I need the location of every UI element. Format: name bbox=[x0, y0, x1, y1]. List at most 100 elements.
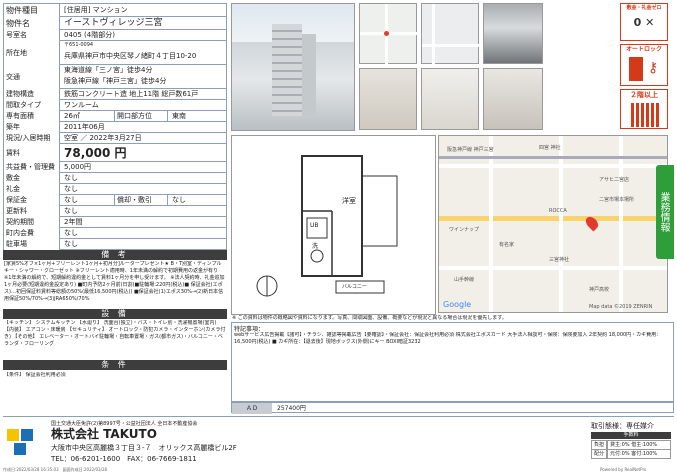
row-value: 空室 ／ 2022年3月27日 bbox=[64, 134, 142, 142]
map-label: ワインナップ bbox=[449, 227, 480, 233]
notes-text: webサービス広告掲載【諸可】・チラシ、雑誌等掲載広告【要確認】・保証会社：保証… bbox=[234, 332, 662, 345]
row-label: 交通 bbox=[4, 65, 60, 89]
row-label: 礼金 bbox=[4, 184, 60, 195]
remarks-text: [家賃5%オフ×1ヶ月+フリーレント1ヶ月+初月分]ルータープレゼント★ B・T… bbox=[4, 261, 225, 302]
table-row: 間取タイプ ワンルーム bbox=[4, 100, 226, 111]
row-value: 0405 (4階部分) bbox=[64, 31, 115, 39]
row-value: なし bbox=[64, 240, 78, 248]
interior-photo-3 bbox=[483, 68, 543, 130]
floor-label: ２階以上 bbox=[630, 91, 658, 99]
property-flyer: 物件種目 [住居用] マンション物件名 イーストヴィレッジ三宮 号室名 0405 (4階… bbox=[0, 0, 677, 474]
remarks-header: 備 考 bbox=[3, 250, 227, 260]
row-value: 東海道線「三ノ宮」徒歩4分 bbox=[64, 66, 153, 74]
table-row: 専有面積 26㎡ 開口部方位 東南 bbox=[4, 111, 226, 122]
map-label: 三宮神社 bbox=[549, 257, 570, 263]
row-value: なし bbox=[64, 229, 78, 237]
interior-photo-1 bbox=[359, 68, 417, 130]
area-map[interactable]: 阪急神戸線 神戸三宮 四宮 神社 ROCCA アサヒ二宮店 二宮市場本場所ワインナップ有… bbox=[438, 135, 668, 313]
row-value: 鉄筋コンクリート造 地上11階 総戸数61戸 bbox=[64, 90, 199, 98]
table-row: 建物構造 鉄筋コンクリート造 地上11階 総戸数61戸 bbox=[4, 89, 226, 100]
side-tab[interactable]: 業務情報 bbox=[656, 165, 674, 259]
map-label: 山手幹線 bbox=[454, 277, 475, 283]
row-value: 2011年06月 bbox=[64, 123, 105, 131]
footer-created: 作成日:2022/03/28 16:35:03 図面作成日:2022/03/28 bbox=[3, 467, 108, 472]
row-label: 物件種目 bbox=[4, 4, 60, 17]
autolock-badge: オートロック ⚷ bbox=[620, 44, 668, 86]
row-value: なし bbox=[64, 185, 78, 193]
ad-row: ＡＤ 257400円 bbox=[231, 402, 674, 414]
row-label: 号室名 bbox=[4, 30, 60, 41]
ad-label: ＡＤ bbox=[232, 403, 272, 414]
table-row: 号室名 0405 (4階部分) bbox=[4, 30, 226, 41]
row-label: 契約期間 bbox=[4, 217, 60, 228]
map-label: アサヒ二宮店 bbox=[599, 177, 630, 183]
bath-label: UB bbox=[310, 222, 319, 229]
table-row: 物件名 イーストヴィレッジ三宮 bbox=[4, 17, 226, 30]
row-value: なし bbox=[64, 174, 78, 182]
table-row: 物件種目 [住居用] マンション bbox=[4, 4, 226, 17]
fee-row-key: 配分 bbox=[591, 449, 607, 459]
map-thumb-2 bbox=[421, 3, 480, 65]
zero-deposit-badge: 敷金・礼金ゼロ 0 ✕ bbox=[620, 3, 668, 41]
table-row: 交通 東海道線「三ノ宮」徒歩4分阪急神戸線「神戸三宮」徒歩4分 bbox=[4, 65, 226, 89]
building-icon bbox=[631, 103, 659, 127]
conditions-text: 【条件】 保証会社利用必須 bbox=[4, 372, 66, 378]
table-row: 保証金 なし 償却・敷引 なし bbox=[4, 195, 226, 206]
table-row: 駐車場 なし bbox=[4, 239, 226, 250]
table-row: 共益費・管理費 5,000円 bbox=[4, 162, 226, 173]
fee-row-value: 元付:0% 客付:100% bbox=[607, 449, 671, 459]
row-value: 兵庫県神戸市中央区琴ノ緒町４丁目10-20 bbox=[64, 52, 197, 60]
keypad-icon bbox=[629, 57, 643, 81]
row-label: 町内会費 bbox=[4, 228, 60, 239]
company-phone: TEL：06-6201-1600 FAX：06-7669-1811 bbox=[51, 455, 197, 463]
facilities-text: 【キッチン】 システムキッチン 【水廻り】 洗面台(独立)・バス・トイレ別・洗濯… bbox=[4, 320, 226, 347]
table-row: 築年 2011年06月 bbox=[4, 122, 226, 133]
row-value: ワンルーム bbox=[64, 101, 99, 109]
map-label: 神戸高校 bbox=[589, 287, 610, 293]
map-caption: ※ この資料は物件の概略図や資料になります。写真、間取図面、設備、概要などが現況… bbox=[232, 315, 507, 321]
entrance-photo bbox=[483, 3, 543, 64]
facilities-header: 設 備 bbox=[3, 309, 227, 319]
row-value: 5,000円 bbox=[64, 163, 92, 171]
map-label: 四宮 神社 bbox=[539, 145, 561, 151]
property-table: 物件種目 [住居用] マンション物件名 イーストヴィレッジ三宮 号室名 0405 (4階… bbox=[3, 3, 227, 250]
map-label: Google bbox=[443, 300, 472, 309]
floor-badge: ２階以上 bbox=[620, 89, 668, 129]
row-label: 賃料 bbox=[4, 144, 60, 162]
row-label: 築年 bbox=[4, 122, 60, 133]
interior-photo-2 bbox=[421, 68, 479, 130]
row-label-2: 開口部方位 bbox=[114, 111, 168, 122]
table-row: 賃料 78,000 円 bbox=[4, 144, 226, 162]
zero-mark-icon: 0 ✕ bbox=[633, 16, 655, 29]
room-label: 洋室 bbox=[342, 197, 356, 205]
table-row: 更新料 なし bbox=[4, 206, 226, 217]
conditions-header: 条 件 bbox=[3, 360, 227, 370]
row-value-2: 阪急神戸線「神戸三宮」徒歩4分 bbox=[64, 77, 167, 85]
table-row: 礼金 なし bbox=[4, 184, 226, 195]
autolock-label: オートロック bbox=[625, 46, 662, 53]
fee-label: 手数料 bbox=[591, 432, 671, 439]
notes-box: 特記事項： webサービス広告掲載【諸可】・チラシ、雑誌等掲載広告【要確認】・保… bbox=[231, 322, 674, 402]
table-row: 契約期間 2年間 bbox=[4, 217, 226, 228]
row-value-2: 東南 bbox=[172, 112, 186, 120]
row-label: 物件名 bbox=[4, 17, 60, 30]
table-row: 現況/入居時期 空室 ／ 2022年3月27日 bbox=[4, 133, 226, 144]
map-label: 二宮市場本場所 bbox=[599, 197, 635, 203]
row-label-2: 償却・敷引 bbox=[114, 195, 168, 206]
map-label: 阪急神戸線 神戸三宮 bbox=[447, 147, 494, 153]
company-logo-icon bbox=[7, 429, 43, 457]
row-value: [住居用] マンション bbox=[64, 6, 128, 14]
map-label: 有名家 bbox=[499, 242, 515, 248]
company-address: 大阪市中央区高麗橋３丁目３-７ オリックス高麗橋ビル2F bbox=[51, 444, 237, 452]
floor-plan-drawing bbox=[256, 155, 398, 297]
company-block: 国土交通大臣免許(2)第8997号・公益社団法人 全日本不動産協会 株式会社 T… bbox=[3, 416, 674, 466]
map-label: ROCCA bbox=[549, 208, 567, 214]
row-value: なし bbox=[64, 196, 78, 204]
company-name: 株式会社 TAKUTO bbox=[51, 427, 157, 441]
balcony-label: バルコニー bbox=[342, 284, 367, 290]
ad-value: 257400円 bbox=[277, 405, 306, 412]
row-label: 現況/入居時期 bbox=[4, 133, 60, 144]
zero-deposit-label: 敷金・礼金ゼロ bbox=[626, 5, 662, 11]
row-value: なし bbox=[64, 207, 78, 215]
footer-powered: Powered by RealNetPro bbox=[600, 467, 647, 472]
